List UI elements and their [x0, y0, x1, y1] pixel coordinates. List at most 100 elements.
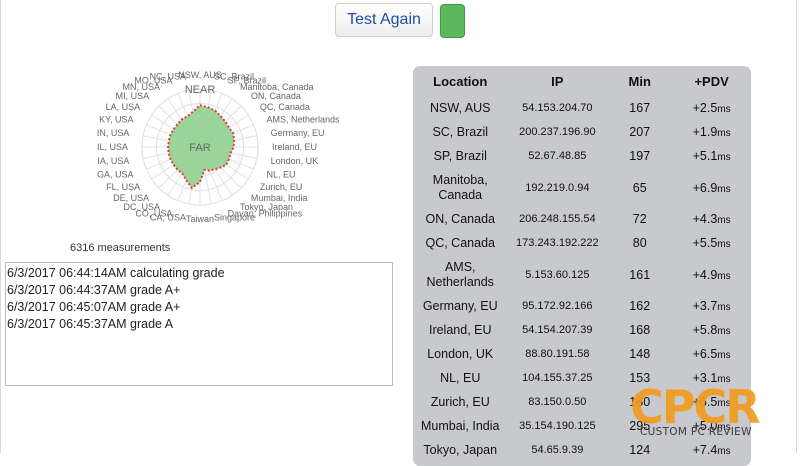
table-row: SC, Brazil 200.237.196.90 207 +1.9ms	[413, 120, 751, 144]
radar-spoke-label: Germany, EU	[271, 128, 325, 138]
cell-ip: 52.67.48.85	[528, 150, 587, 162]
cell-location: Germany, EU	[422, 298, 498, 313]
pdv-unit: ms	[717, 350, 731, 361]
cell-ip: 173.243.192.222	[516, 237, 599, 249]
pdv-value: +5.1	[692, 149, 718, 163]
radar-spoke-label: Taiwan	[186, 214, 214, 224]
radar-spoke-label: NL, EU	[267, 170, 296, 180]
cell-min: 162	[629, 299, 651, 313]
cell-location: Zurich, EU	[430, 394, 490, 409]
cell-min: 207	[629, 125, 651, 139]
cell-pdv: +5.5ms	[672, 231, 751, 255]
header-location: Location	[433, 73, 488, 89]
pdv-unit: ms	[717, 239, 731, 250]
radar-spoke-label: GA, USA	[97, 170, 134, 180]
cell-ip: 104.155.37.25	[522, 372, 593, 384]
log-line: 6/3/2017 06:45:37AM grade A	[7, 317, 174, 331]
test-again-button[interactable]: Test Again	[335, 3, 433, 37]
header-pdv: +PDV	[694, 73, 729, 89]
table-row: Ireland, EU 54.154.207.39 168 +5.8ms	[413, 318, 751, 342]
pdv-value: +5.8	[692, 323, 718, 337]
cell-location: London, UK	[427, 346, 494, 361]
header-ip: IP	[551, 73, 564, 89]
cell-location: AMS, Netherlands	[426, 259, 494, 289]
table-row: NSW, AUS 54.153.204.70 167 +2.5ms	[413, 96, 751, 120]
cell-pdv: +5.8ms	[672, 318, 751, 342]
cell-min: 167	[629, 101, 651, 115]
watermark-logo: CPCR	[630, 380, 761, 434]
pdv-value: +7.4	[692, 443, 718, 457]
cell-pdv: +2.5ms	[672, 96, 751, 120]
cell-pdv: +6.5ms	[672, 342, 751, 366]
cell-min: 72	[632, 212, 647, 226]
pdv-value: +2.5	[692, 101, 718, 115]
radar-spoke-label: QC, Canada	[260, 102, 310, 112]
radar-spoke-label: FL, USA	[106, 182, 140, 192]
cell-min: 148	[629, 347, 651, 361]
log-line: 6/3/2017 06:44:14AM calculating grade	[7, 266, 225, 280]
cell-min: 161	[629, 267, 651, 282]
cell-ip: 206.248.155.54	[519, 213, 596, 225]
header-min: Min	[628, 73, 651, 89]
radar-spoke-label: MI, USA	[116, 91, 150, 101]
cell-location: QC, Canada	[425, 235, 495, 250]
table-row: SP, Brazil 52.67.48.85 197 +5.1ms	[413, 144, 751, 168]
pdv-value: +6.5	[692, 347, 718, 361]
watermark: CPCR CUSTOM PC REVIEW	[630, 380, 790, 445]
pdv-unit: ms	[717, 270, 731, 282]
cell-location: NSW, AUS	[430, 100, 491, 115]
log-panel[interactable]: 6/3/2017 06:44:14AM calculating grade 6/…	[5, 262, 393, 386]
pdv-value: +1.9	[692, 125, 718, 139]
cell-pdv: +5.1ms	[672, 144, 751, 168]
cell-ip: 54.65.9.39	[531, 444, 584, 456]
radar-spoke-label: London, UK	[271, 156, 319, 166]
cell-pdv: +4.9ms	[672, 255, 751, 294]
radar-spoke-label: ON, Canada	[251, 91, 301, 101]
radar-spoke-label: Ireland, EU	[272, 142, 317, 152]
radar-spoke-label: LA, USA	[106, 102, 141, 112]
pdv-value: +6.9	[692, 180, 718, 195]
cell-pdv: +3.7ms	[672, 294, 751, 318]
cell-ip: 200.237.196.90	[519, 126, 596, 138]
pdv-unit: ms	[717, 128, 731, 139]
cell-pdv: +6.9ms	[672, 168, 751, 207]
radar-spoke-label: AMS, Netherlands	[267, 114, 341, 124]
cell-location: NL, EU	[440, 370, 481, 385]
table-header-row: Location IP Min +PDV	[413, 66, 751, 96]
radar-spoke-label: IN, USA	[97, 128, 130, 138]
log-line: 6/3/2017 06:44:37AM grade A+	[7, 283, 181, 297]
cell-location: Ireland, EU	[428, 322, 492, 337]
cell-min: 80	[632, 236, 647, 250]
cell-ip: 192.219.0.94	[525, 181, 590, 194]
pdv-unit: ms	[717, 215, 731, 226]
pdv-unit: ms	[717, 446, 731, 457]
cell-ip: 54.153.204.70	[522, 102, 593, 114]
pdv-unit: ms	[717, 302, 731, 313]
cell-min: 65	[632, 180, 647, 195]
cell-ip: 54.154.207.39	[522, 324, 593, 336]
pdv-value: +3.7	[692, 299, 718, 313]
pdv-unit: ms	[717, 152, 731, 163]
pdv-unit: ms	[717, 183, 731, 195]
cell-pdv: +1.9ms	[672, 120, 751, 144]
pdv-value: +4.3	[692, 212, 718, 226]
cell-location: Manitoba, Canada	[432, 172, 488, 202]
radar-spoke-label: Zurich, EU	[260, 182, 303, 192]
cell-ip: 35.154.190.125	[519, 420, 596, 432]
table-row: QC, Canada 173.243.192.222 80 +5.5ms	[413, 231, 751, 255]
radar-spoke-label: Singapore	[214, 213, 255, 223]
cell-location: Tokyo, Japan	[423, 442, 498, 457]
radar-spoke-label: NC, USA	[149, 71, 186, 81]
cell-location: ON, Canada	[425, 211, 495, 226]
cell-min: 168	[629, 323, 651, 337]
cell-location: SP, Brazil	[433, 148, 487, 163]
measurements-count: 6316 measurements	[70, 242, 171, 254]
table-row: ON, Canada 206.248.155.54 72 +4.3ms	[413, 207, 751, 231]
radar-spoke-label: DE, USA	[113, 193, 149, 203]
radar-spoke-label: KY, USA	[99, 114, 133, 124]
cell-location: SC, Brazil	[432, 124, 489, 139]
radar-chart: NEARFARNSW, AUSSC, BrazilSP, BrazilManit…	[97, 70, 341, 224]
cell-location: Mumbai, India	[420, 418, 500, 433]
table-row: AMS, Netherlands 5.153.60.125 161 +4.9ms	[413, 255, 751, 294]
cell-ip: 88.80.191.58	[525, 348, 590, 360]
